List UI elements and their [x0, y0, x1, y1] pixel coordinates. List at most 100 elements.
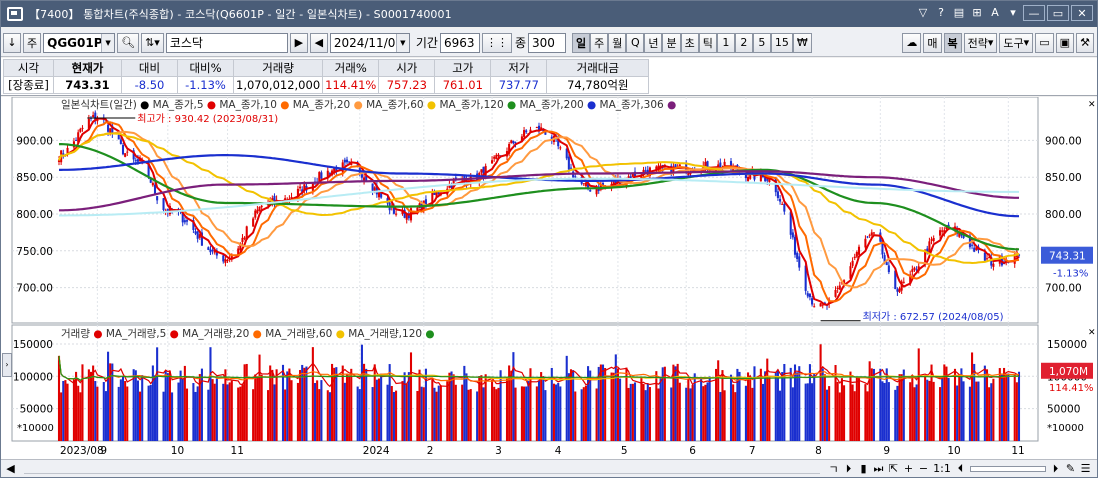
volume-bar	[749, 379, 752, 441]
range-icon[interactable]: ⋮⋮	[481, 32, 512, 53]
zoom-in-icon[interactable]: +	[901, 462, 916, 475]
scroll-track[interactable]	[24, 464, 820, 474]
stock-name-field[interactable]: 코스닥	[165, 32, 288, 53]
folder-icon[interactable]: ▭	[1035, 32, 1054, 53]
volume-bar	[273, 384, 276, 441]
scroll-left-icon[interactable]: ◀	[3, 462, 18, 475]
candle-body	[75, 139, 78, 141]
chart-area[interactable]: 900.00 900.00 850.00 850.00 800.00 800.00 750.…	[1, 96, 1097, 459]
slider-right-icon[interactable]: ⏵	[1048, 462, 1063, 476]
sort-icon[interactable]: ⇅▾	[141, 32, 164, 53]
volume-bar	[559, 386, 562, 441]
volume-bar	[932, 381, 935, 441]
order-button[interactable]: 매	[923, 32, 942, 53]
legend-entry[interactable]: MA_종가,5	[153, 99, 204, 111]
candle-body	[124, 153, 127, 157]
volume-bar	[318, 389, 321, 441]
chevron-down-icon[interactable]: ▼	[101, 33, 115, 52]
compound-button[interactable]: 복	[943, 32, 962, 53]
candle-body	[121, 145, 125, 155]
prev-button[interactable]: ◀	[309, 32, 328, 53]
candle-body	[151, 182, 154, 186]
tick-icon[interactable]: ㄱ	[826, 461, 841, 477]
skip-icon[interactable]: ⏭	[871, 462, 886, 476]
stop-icon[interactable]: ▮	[856, 462, 871, 475]
next-button[interactable]: ▶	[289, 32, 308, 53]
timeframe-button[interactable]: 초	[680, 32, 699, 53]
wrench-icon[interactable]: ⚒	[1076, 32, 1094, 53]
legend-entry[interactable]: MA_종가,200	[519, 99, 583, 111]
period-field[interactable]: 6963	[439, 32, 480, 53]
candle-body	[930, 239, 933, 241]
maximize-button[interactable]: ▭	[1047, 5, 1069, 21]
legend-entry[interactable]: 일본식차트(일간)	[61, 99, 137, 111]
candle-body	[491, 160, 494, 164]
timeframe-button[interactable]: 일	[571, 32, 591, 53]
cloud-icon[interactable]: ☁	[902, 32, 922, 53]
edit-icon[interactable]: ✎	[1063, 462, 1078, 475]
timeframe-button[interactable]: 틱	[698, 32, 717, 53]
count-field[interactable]: 300	[527, 32, 566, 53]
list-icon[interactable]: ▤	[951, 5, 967, 21]
legend-entry[interactable]: MA_거래량,60	[265, 328, 332, 340]
timeframe-button[interactable]: 분	[662, 32, 681, 53]
volume-bar	[896, 385, 899, 441]
timeframe-button[interactable]: 15	[770, 32, 793, 53]
volume-bar	[915, 384, 918, 441]
legend-entry[interactable]: MA_거래량,20	[182, 328, 249, 340]
volume-bar	[1015, 382, 1018, 441]
legend-entry[interactable]: MA_거래량,120	[348, 328, 422, 340]
legend-entry[interactable]: MA_종가,60	[366, 99, 424, 111]
legend-entry[interactable]: 거래량	[61, 328, 90, 340]
quote-header: 거래대금	[546, 59, 650, 77]
legend-entry[interactable]: MA_거래량,5	[106, 328, 167, 340]
search-icon[interactable]: 🔍︎	[117, 32, 140, 53]
legend-entry[interactable]: MA_종가,10	[219, 99, 277, 111]
candle-body	[373, 187, 376, 191]
candle-body	[360, 174, 363, 178]
symbol-input[interactable]: QGG01P ▼	[43, 32, 116, 53]
save-icon[interactable]: ▣	[1055, 32, 1074, 53]
fit-icon[interactable]: ⇱	[886, 462, 901, 475]
slider-left-icon[interactable]: ⏴	[953, 462, 968, 476]
timeframe-button[interactable]: 5	[752, 32, 771, 53]
timeframe-button[interactable]: 주	[590, 32, 609, 53]
strategy-button[interactable]: 전략 ▾	[963, 32, 998, 53]
timeframe-button[interactable]: 년	[644, 32, 663, 53]
tools-button[interactable]: 도구 ▾	[999, 32, 1034, 53]
timeframe-button[interactable]: 1	[716, 32, 735, 53]
zoom-reset-label[interactable]: 1:1	[931, 462, 953, 475]
help-icon[interactable]: ?	[933, 5, 949, 21]
timeframe-button[interactable]: Q	[626, 32, 645, 53]
minimize-button[interactable]: —	[1023, 5, 1045, 21]
legend-entry[interactable]: MA_종가,306	[600, 99, 664, 111]
dropdown-icon[interactable]: ▾	[1005, 5, 1021, 21]
chevron-down-icon[interactable]: ▼	[395, 33, 409, 52]
grid-icon[interactable]: ⊞	[969, 5, 985, 21]
menu-icon[interactable]: ☰	[1078, 462, 1093, 475]
play-icon[interactable]: ⏵	[841, 462, 856, 476]
direction-button[interactable]: ↓	[3, 32, 21, 53]
expand-tab[interactable]: ›	[2, 353, 12, 377]
price-volume-chart[interactable]: 900.00 900.00 850.00 850.00 800.00 800.00 750.…	[1, 96, 1097, 459]
volume-bar	[542, 376, 545, 441]
zoom-slider[interactable]	[970, 465, 1046, 472]
timeframe-button[interactable]: ₩	[792, 32, 812, 53]
candle-body	[254, 210, 257, 218]
volume-bar	[491, 380, 494, 441]
font-icon[interactable]: A	[987, 5, 1003, 21]
timeframe-button[interactable]: 월	[608, 32, 627, 53]
volume-bar	[939, 387, 942, 441]
filter-icon[interactable]: ▽	[915, 5, 931, 21]
timeframe-button[interactable]: 2	[734, 32, 753, 53]
date-input[interactable]: 2024/11/06 ▼	[329, 32, 410, 53]
volume-bar	[898, 374, 901, 441]
zoom-out-icon[interactable]: −	[916, 462, 931, 475]
close-button[interactable]: ✕	[1071, 5, 1093, 21]
volume-bar	[610, 372, 613, 441]
stock-mode-button[interactable]: 주	[23, 32, 42, 53]
price-tick-label: 900.00	[1045, 135, 1082, 147]
legend-entry[interactable]: MA_종가,120	[439, 99, 503, 111]
legend-entry[interactable]: MA_종가,20	[293, 99, 351, 111]
volume-bar	[629, 383, 632, 441]
